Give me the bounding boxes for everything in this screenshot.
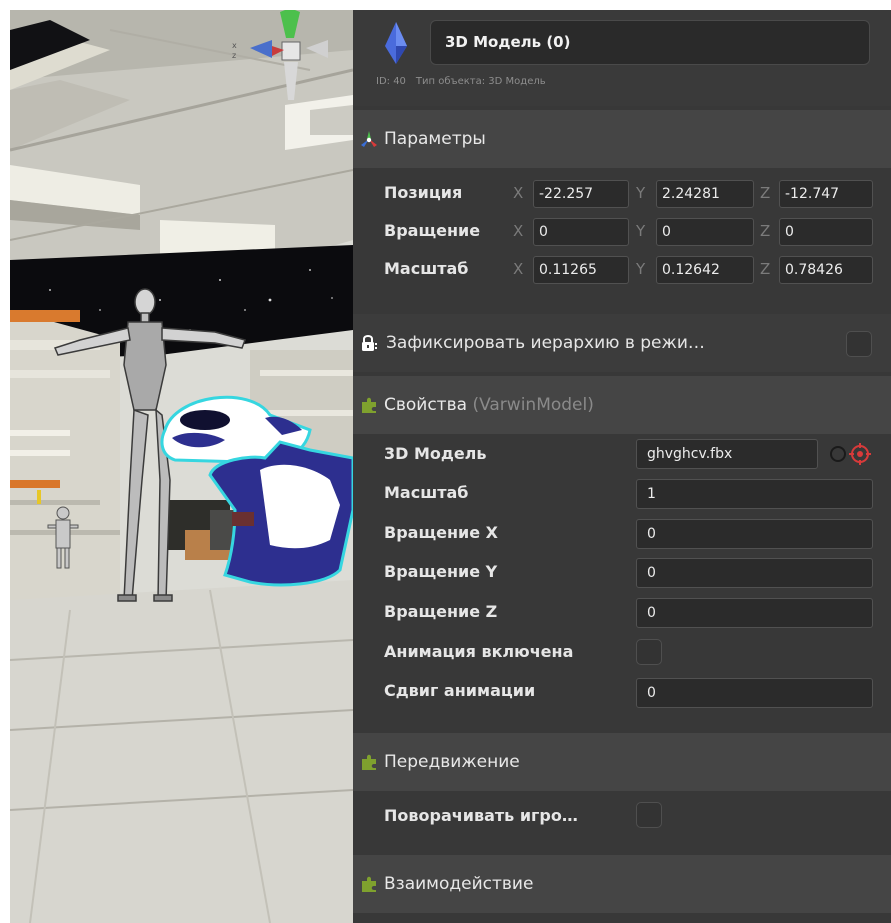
- scene-viewport[interactable]: x z: [10, 10, 353, 923]
- puzzle-icon: [362, 754, 376, 770]
- lock-hierarchy-row: Зафиксировать иерархию в режи…: [353, 314, 891, 372]
- scene-render: x z: [10, 10, 353, 923]
- object-name-input[interactable]: 3D Модель (0): [430, 20, 870, 65]
- prop-model-field[interactable]: ghvghcv.fbx: [636, 439, 818, 469]
- prop-rot-x-field[interactable]: 0: [636, 519, 873, 549]
- rotation-z-field[interactable]: 0: [779, 218, 873, 246]
- rotation-label: Вращение: [384, 221, 481, 240]
- position-z-field[interactable]: -12.747: [779, 180, 873, 208]
- prop-animation-label: Анимация включена: [384, 642, 574, 661]
- axis-z-label: Z: [760, 222, 771, 240]
- axis-x-label: X: [513, 184, 524, 202]
- prop-rot-x-label: Вращение X: [384, 523, 499, 542]
- properties-subtitle: (VarwinModel): [472, 395, 594, 415]
- axes-icon: [361, 131, 377, 147]
- axis-x-label: X: [513, 222, 524, 240]
- prop-rot-y-label: Вращение Y: [384, 562, 498, 581]
- scale-label: Масштаб: [384, 259, 469, 278]
- prop-rot-z-label: Вращение Z: [384, 602, 498, 621]
- properties-title-text: Свойства: [384, 395, 468, 415]
- axis-z-label: Z: [760, 184, 771, 202]
- rotation-y-field[interactable]: 0: [656, 218, 754, 246]
- object-type: Тип объекта: 3D Модель: [415, 76, 546, 87]
- axis-y-label: Y: [636, 222, 646, 240]
- lock-icon: [362, 335, 377, 351]
- inspector-panel: 3D Модель (0) ID: 40 Тип объекта: 3D Моде…: [353, 10, 891, 923]
- lock-hierarchy-checkbox[interactable]: [846, 331, 872, 357]
- axis-y-label: Y: [636, 260, 646, 278]
- scale-y-field[interactable]: 0.12642: [656, 256, 754, 284]
- object-id: ID: 40: [376, 76, 406, 87]
- puzzle-icon: [362, 397, 376, 413]
- prop-scale-label: Масштаб: [384, 483, 469, 502]
- section-parameters-title: Параметры: [384, 129, 486, 149]
- movement-rotate-player-label: Поворачивать игро…: [384, 806, 578, 825]
- section-interaction-title: Взаимодействие: [384, 874, 534, 894]
- prop-model-label: 3D Модель: [384, 444, 487, 463]
- position-x-field[interactable]: -22.257: [533, 180, 629, 208]
- scale-z-field[interactable]: 0.78426: [779, 256, 873, 284]
- prop-anim-offset-label: Сдвиг анимации: [384, 681, 536, 700]
- section-movement-title: Передвижение: [384, 752, 520, 772]
- puzzle-icon: [362, 876, 376, 892]
- position-y-field[interactable]: 2.24281: [656, 180, 754, 208]
- section-movement[interactable]: Передвижение: [353, 733, 891, 791]
- position-label: Позиция: [384, 183, 463, 202]
- scale-x-field[interactable]: 0.11265: [533, 256, 629, 284]
- prop-scale-field[interactable]: 1: [636, 479, 873, 509]
- section-interaction[interactable]: Взаимодействие: [353, 855, 891, 913]
- axis-y-label: Y: [636, 184, 646, 202]
- object-meta: ID: 40 Тип объекта: 3D Модель: [376, 76, 546, 87]
- svg-text:z: z: [232, 51, 236, 60]
- rotation-x-field[interactable]: 0: [533, 218, 629, 246]
- axis-z-label: Z: [760, 260, 771, 278]
- prop-rot-z-field[interactable]: 0: [636, 598, 873, 628]
- axis-x-label: X: [513, 260, 524, 278]
- section-properties[interactable]: Свойства (VarwinModel): [353, 376, 891, 434]
- circle-icon[interactable]: [829, 445, 847, 463]
- section-parameters[interactable]: Параметры: [353, 110, 891, 168]
- prop-animation-checkbox[interactable]: [636, 639, 662, 665]
- object-header: 3D Модель (0) ID: 40 Тип объекта: 3D Моде…: [353, 10, 891, 106]
- section-properties-title: Свойства (VarwinModel): [384, 376, 594, 434]
- prop-anim-offset-field[interactable]: 0: [636, 678, 873, 708]
- target-icon[interactable]: [849, 443, 871, 465]
- movement-rotate-player-checkbox[interactable]: [636, 802, 662, 828]
- prop-rot-y-field[interactable]: 0: [636, 558, 873, 588]
- diamond-icon: [385, 22, 407, 64]
- lock-hierarchy-label: Зафиксировать иерархию в режи…: [386, 333, 705, 353]
- svg-text:x: x: [232, 41, 237, 50]
